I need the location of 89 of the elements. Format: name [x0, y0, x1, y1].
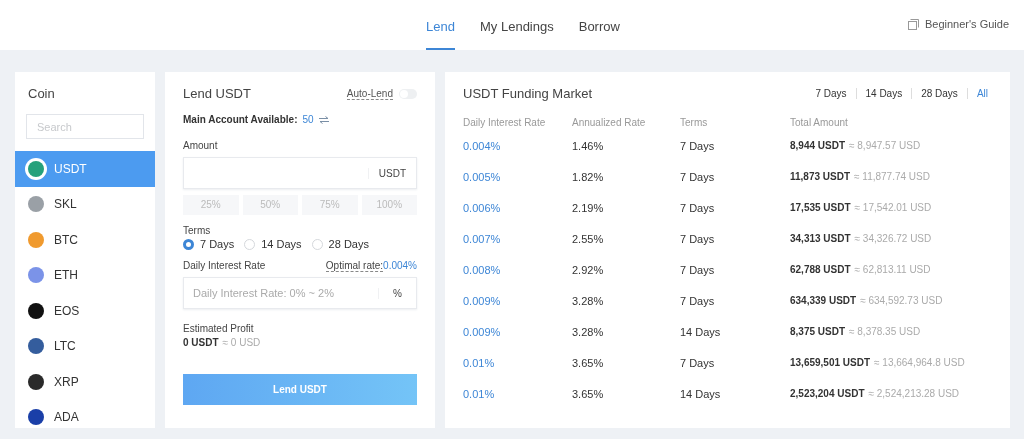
radio-label: 7 Days [200, 238, 235, 250]
amount-field[interactable]: USDT [183, 157, 417, 189]
amount-text: 17,535 USDT [790, 202, 851, 213]
optimal-value: 0.004% [383, 260, 417, 271]
table-cell-text: 7 Days [680, 294, 716, 309]
rate-link[interactable]: 0.009% [463, 292, 572, 323]
rate-link[interactable]: 0.009% [463, 323, 572, 354]
table-cell-text: 14 Days [680, 325, 722, 340]
amount-text: 62,788 USDT [790, 264, 851, 275]
field-label: Terms [183, 225, 212, 236]
panel-title: Coin [27, 86, 56, 101]
table-cell-text: 14 Days [680, 387, 722, 402]
optimal-label: Optimal rate: [325, 260, 384, 272]
field-label: Estimated Profit [183, 323, 255, 334]
auto-lend-label: Auto-Lend [346, 87, 393, 100]
table-cell-text: 7 Days [680, 356, 716, 371]
coin-item[interactable]: SKL [15, 186, 155, 222]
amount-text: 2,523,204 USDT [790, 388, 865, 399]
column-header: Terms [680, 117, 709, 130]
coin-item[interactable]: LTC [15, 328, 155, 364]
coin-item[interactable]: ADA [15, 399, 155, 435]
table-cell-text: 1.46% [572, 139, 605, 154]
column-header: Daily Interest Rate [463, 117, 547, 130]
rate-link[interactable]: 0.004% [463, 137, 572, 168]
filter-tab[interactable]: All [966, 88, 992, 99]
usd-text: ≈ 17,542.01 USD [854, 202, 932, 213]
filter-tab[interactable]: 7 Days [806, 88, 856, 99]
table-cell-text: 3.65% [572, 356, 605, 371]
rate-link[interactable]: 0.01% [463, 354, 572, 385]
table-cell-text: 2.55% [572, 232, 605, 247]
amount-text: 634,339 USDT [790, 295, 857, 306]
table-cell-text: 1.82% [572, 170, 605, 185]
table-cell-text: 7 Days [680, 232, 716, 247]
radio-label: 28 Days [328, 238, 369, 250]
panel-title: Lend USDT [183, 86, 251, 101]
lend-button[interactable]: Lend USDT [183, 374, 417, 405]
coin-item[interactable]: EOS [15, 293, 155, 329]
table-cell-text: 7 Days [680, 139, 716, 154]
usd-text: ≈ 8,947.57 USD [849, 140, 921, 151]
amount-text: 8,944 USDT [790, 140, 846, 151]
available-value: 50 [302, 114, 314, 125]
field-label: Amount [183, 140, 219, 151]
usd-text: ≈ 11,877.74 USD [854, 171, 930, 182]
rate-link[interactable]: 0.008% [463, 261, 572, 292]
field-label: Daily Interest Rate [183, 260, 266, 271]
rate-link[interactable]: 0.007% [463, 230, 572, 261]
guide-link[interactable]: Beginner's Guide [907, 18, 1009, 30]
amount-text: 8,375 USDT [790, 326, 846, 337]
rate-link[interactable]: 0.006% [463, 199, 572, 230]
usd-text: ≈ 13,664,964.8 USD [874, 357, 965, 368]
profit-value: 0 USDT [183, 337, 219, 348]
coin-item[interactable]: ETH [15, 257, 155, 293]
table-cell-text: 2.92% [572, 263, 605, 278]
usd-text: ≈ 62,813.11 USD [854, 264, 931, 275]
unit-label: % [378, 287, 416, 299]
book-icon [907, 18, 919, 30]
table-cell-text: 7 Days [680, 263, 716, 278]
usd-text: ≈ 34,326.72 USD [854, 233, 932, 244]
filter-tab[interactable]: 14 Days [855, 88, 912, 99]
table-cell-text: 3.28% [572, 294, 605, 309]
filter-tab[interactable]: 28 Days [911, 88, 967, 99]
rate-link[interactable]: 0.01% [463, 385, 572, 416]
unit-label: USDT [367, 167, 416, 179]
column-header: Annualized Rate [572, 117, 647, 130]
usd-text: ≈ 2,524,213.28 USD [868, 388, 960, 399]
usd-text: ≈ 634,592.73 USD [860, 295, 943, 306]
amount-text: 11,873 USDT [790, 171, 851, 182]
column-header: Total Amount [790, 117, 849, 130]
table-cell-text: 3.28% [572, 325, 605, 340]
table-cell-text: 7 Days [680, 201, 716, 216]
table-cell-text: 3.65% [572, 387, 605, 402]
panel-title: USDT Funding Market [463, 86, 593, 101]
table-cell-text: 2.19% [572, 201, 605, 216]
amount-text: 13,659,501 USDT [790, 357, 871, 368]
coin-item[interactable]: BTC [15, 222, 155, 258]
swap-icon[interactable] [318, 115, 329, 124]
nav-tab[interactable]: Lend [426, 0, 455, 50]
profit-usd: ≈ 0 USD [222, 337, 261, 348]
radio-button[interactable] [183, 238, 194, 250]
table-cell-text: 7 Days [680, 170, 716, 185]
coin-item[interactable]: XRP [15, 364, 155, 400]
usd-text: ≈ 8,378.35 USD [849, 326, 921, 337]
amount-text: 34,313 USDT [790, 233, 851, 244]
rate-link[interactable]: 0.005% [463, 168, 572, 199]
nav-tab[interactable]: Borrow [578, 0, 620, 31]
rate-field[interactable]: Daily Interest Rate: 0% ~ 2% % [183, 277, 417, 309]
radio-label: 14 Days [261, 238, 302, 250]
coin-item[interactable]: USDT [15, 151, 155, 187]
available-label: Main Account Available: [183, 114, 298, 125]
